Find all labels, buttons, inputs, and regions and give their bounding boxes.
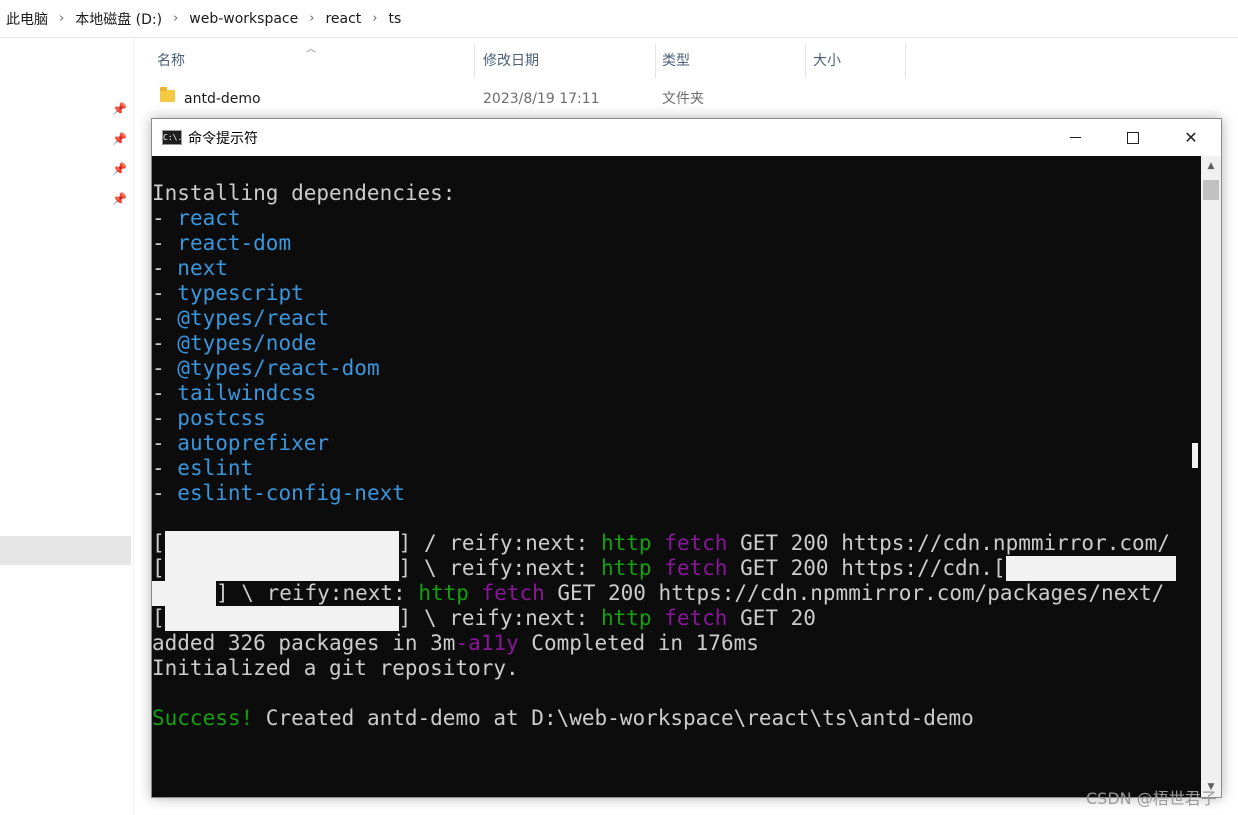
pin-icon: 📌 [112, 192, 127, 206]
scroll-thumb[interactable] [1203, 180, 1219, 200]
column-header-type[interactable]: 类型 [662, 44, 690, 78]
column-divider[interactable] [474, 44, 475, 78]
breadcrumb-drive-d[interactable]: 本地磁盘 (D:) [75, 9, 162, 29]
console-line: - @types/node [152, 331, 317, 355]
address-breadcrumb: 此电脑 › 本地磁盘 (D:) › web-workspace › react … [0, 0, 1238, 38]
nav-selected-item[interactable] [0, 536, 131, 565]
console-line: - autoprefixer [152, 431, 330, 455]
console-line: - eslint [152, 456, 254, 480]
progress-bar [164, 606, 399, 631]
chevron-right-icon[interactable]: › [173, 11, 178, 26]
sort-ascending-icon: ︿ [306, 44, 316, 55]
vertical-scrollbar[interactable]: ▲ ▼ [1201, 156, 1221, 797]
column-divider[interactable] [905, 44, 906, 78]
column-divider[interactable] [805, 44, 806, 78]
maximize-button[interactable] [1104, 119, 1162, 156]
console-line: - react-dom [152, 231, 292, 255]
console-line: - eslint-config-next [152, 481, 405, 505]
console-line: added 326 packages in 3m-a11y Completed … [152, 631, 759, 655]
chevron-right-icon[interactable]: › [59, 11, 64, 26]
breadcrumb-ts[interactable]: ts [388, 11, 401, 27]
scroll-up-icon[interactable]: ▲ [1201, 156, 1221, 176]
pin-icon: 📌 [112, 132, 127, 146]
console-line: Success! Created antd-demo at D:\web-wor… [152, 706, 974, 730]
progress-line: [] \ reify:next: http fetch GET 200 http… [152, 556, 1176, 581]
chevron-right-icon[interactable]: › [372, 11, 377, 26]
minimize-button[interactable] [1046, 119, 1104, 156]
console-line: - @types/react [152, 306, 330, 330]
close-button[interactable]: ✕ [1162, 119, 1220, 156]
console-line: - react [152, 206, 241, 230]
column-header-size[interactable]: 大小 [813, 44, 841, 78]
cmd-titlebar[interactable]: C:\. 命令提示符 ✕ [152, 119, 1221, 156]
chevron-right-icon[interactable]: › [309, 11, 314, 26]
console-line: - postcss [152, 406, 266, 430]
column-header-modified[interactable]: 修改日期 [483, 44, 539, 78]
breadcrumb-web-workspace[interactable]: web-workspace [189, 11, 298, 27]
navigation-pane[interactable]: 📌 📌 📌 📌 [0, 38, 134, 815]
console-line: Installing dependencies: [152, 181, 456, 205]
file-name: antd-demo [184, 91, 261, 107]
column-divider[interactable] [655, 44, 656, 78]
pin-icon: 📌 [112, 102, 127, 116]
progress-bar [164, 531, 399, 556]
console-line: - typescript [152, 281, 304, 305]
watermark: CSDN @梧世君子 [1086, 789, 1217, 808]
window-title: 命令提示符 [188, 130, 258, 147]
breadcrumb-this-pc[interactable]: 此电脑 [6, 9, 48, 29]
progress-bar [152, 581, 216, 606]
progress-line: [] / reify:next: http fetch GET 200 http… [152, 531, 1170, 556]
console-output[interactable]: Installing dependencies: - react - react… [152, 156, 1198, 797]
console-line: - tailwindcss [152, 381, 317, 405]
column-header-name[interactable]: 名称 [157, 44, 185, 78]
progress-line: ] \ reify:next: http fetch GET 200 https… [152, 581, 1164, 606]
progress-bar [1005, 556, 1176, 581]
pin-icon: 📌 [112, 162, 127, 176]
cmd-app-icon: C:\. [162, 130, 182, 145]
console-line: Initialized a git repository. [152, 656, 519, 680]
progress-bar [164, 556, 399, 581]
breadcrumb-react[interactable]: react [325, 11, 361, 27]
command-prompt-window[interactable]: C:\. 命令提示符 ✕ Installing dependencies: - … [151, 118, 1222, 798]
file-row[interactable]: antd-demo 2023/8/19 17:11 文件夹 [150, 86, 750, 112]
console-line: - next [152, 256, 228, 280]
file-modified: 2023/8/19 17:11 [483, 91, 600, 107]
progress-line: [] \ reify:next: http fetch GET 20 [152, 606, 816, 631]
selection-marker [1192, 443, 1198, 468]
folder-icon [160, 87, 175, 102]
file-type: 文件夹 [662, 91, 704, 107]
console-line: - @types/react-dom [152, 356, 380, 380]
